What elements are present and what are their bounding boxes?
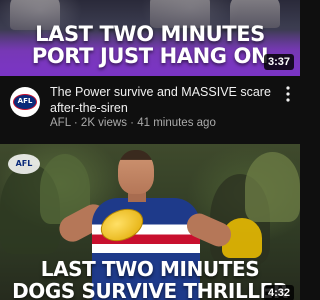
- view-count: 2K views: [80, 117, 127, 129]
- duration-badge: 4:32: [263, 285, 294, 300]
- channel-avatar[interactable]: AFL: [10, 87, 40, 117]
- meta-separator: ·: [73, 117, 78, 129]
- thumbnail-headline-line2: DOGS SURVIVE THRILLER: [12, 279, 288, 300]
- meta-separator: ·: [130, 117, 134, 129]
- thumbnail-headline-line2: PORT JUST HANG ON: [31, 44, 269, 68]
- channel-name[interactable]: AFL: [50, 117, 71, 129]
- more-vertical-icon[interactable]: [282, 86, 294, 104]
- thumbnail-headline-line1: LAST TWO MINUTES: [40, 257, 260, 281]
- upload-age: 41 minutes ago: [137, 117, 216, 129]
- video-metadata: AFL · 2K views · 41 minutes ago: [50, 116, 280, 130]
- video-title[interactable]: The Power survive and MASSIVE scare afte…: [50, 84, 274, 116]
- afl-watermark-icon: AFL: [8, 154, 40, 174]
- video-details: AFL The Power survive and MASSIVE scare …: [0, 76, 300, 144]
- video-thumbnail[interactable]: AFL LAST TWO MINUTES DOGS SURVIVE THRILL…: [0, 144, 300, 300]
- thumbnail-headline-line1: LAST TWO MINUTES: [35, 22, 265, 46]
- afl-logo-icon: AFL: [13, 94, 37, 110]
- duration-badge: 3:37: [263, 54, 294, 70]
- video-thumbnail[interactable]: LAST TWO MINUTES PORT JUST HANG ON 3:37: [0, 0, 300, 76]
- player-head: [118, 150, 154, 194]
- crowd-figure: [245, 152, 300, 222]
